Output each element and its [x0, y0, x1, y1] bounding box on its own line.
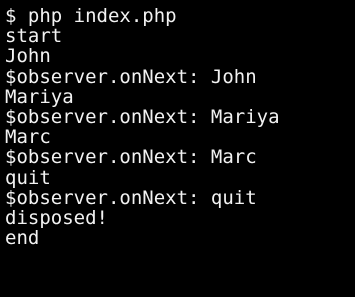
output-line: quit	[5, 166, 51, 189]
output-line: $observer.onNext: John	[5, 65, 257, 88]
command-prompt-line: $ php index.php	[5, 5, 177, 27]
output-line: Marc	[5, 126, 51, 149]
output-line: John	[5, 45, 51, 68]
output-line: $observer.onNext: Mariya	[5, 105, 280, 128]
output-line: $observer.onNext: Marc	[5, 146, 257, 169]
output-line: $observer.onNext: quit	[5, 186, 257, 209]
output-line: Mariya	[5, 85, 74, 108]
output-line: start	[5, 25, 63, 48]
terminal-window[interactable]: $ php index.php start John $observer.onN…	[0, 0, 355, 297]
output-line: disposed!	[5, 206, 108, 229]
terminal-output: $ php index.php start John $observer.onN…	[5, 6, 355, 248]
output-line: end	[5, 227, 40, 250]
